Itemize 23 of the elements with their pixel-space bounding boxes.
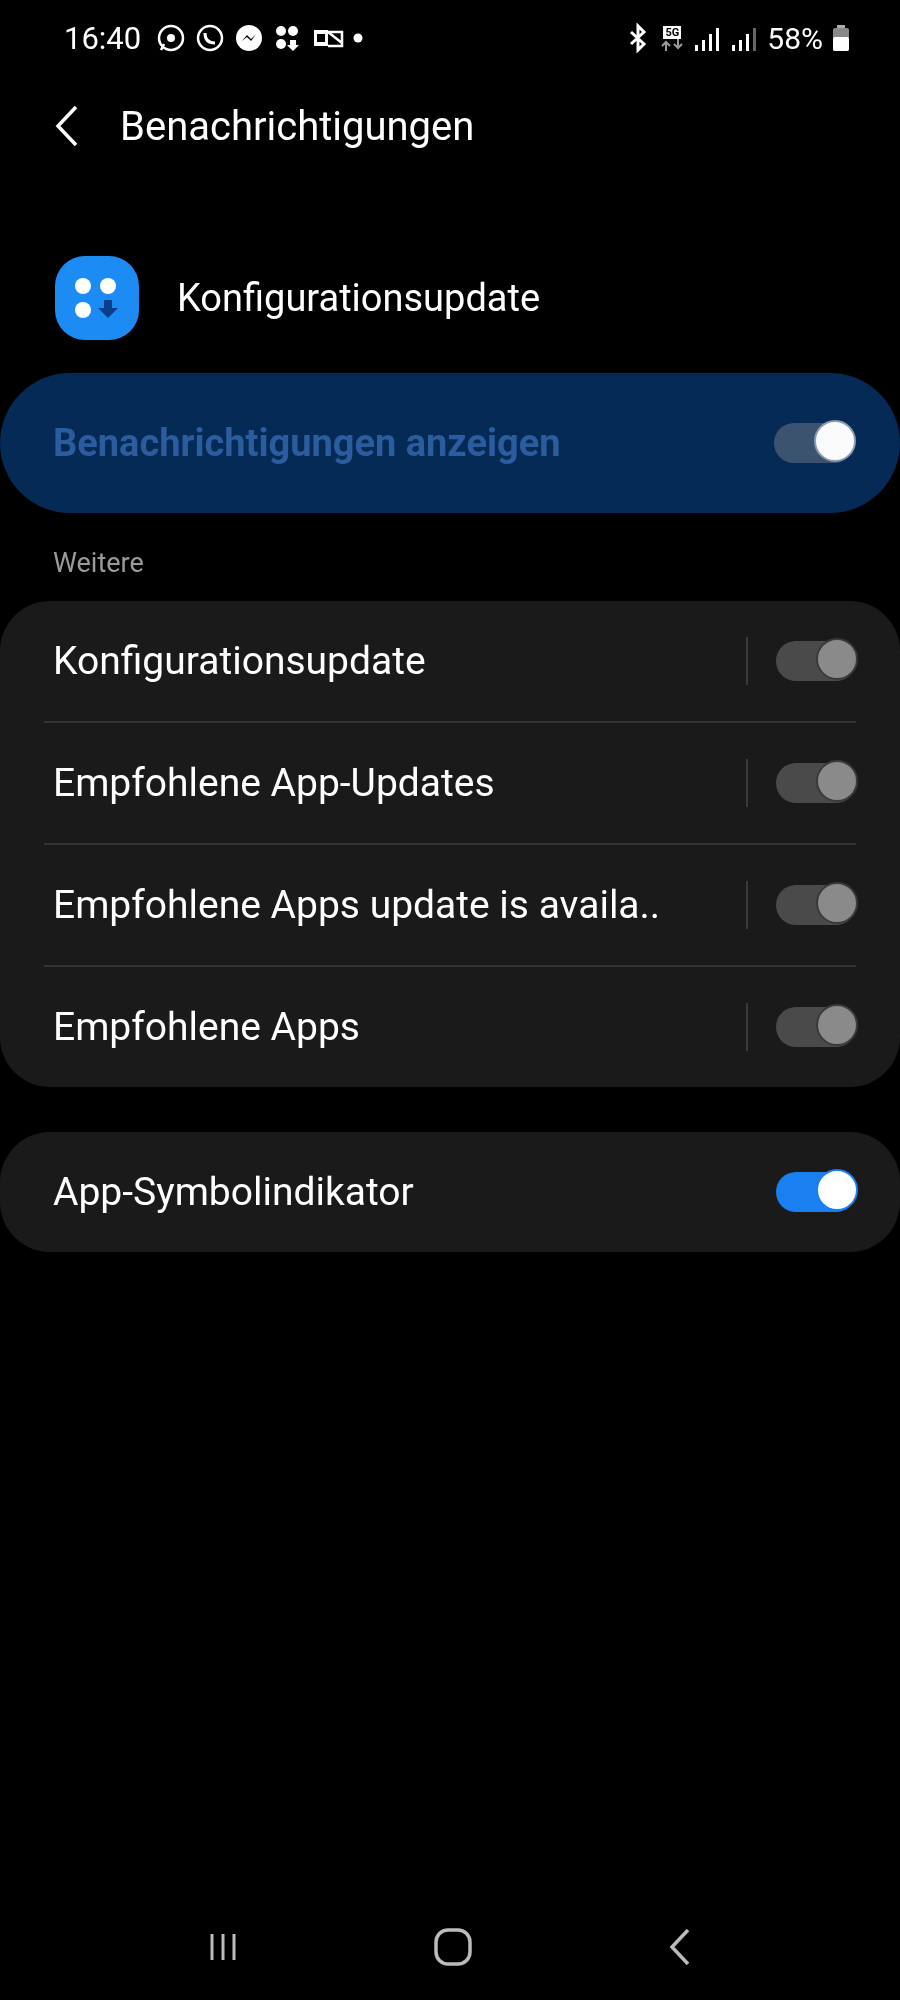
setting-label: Empfohlene Apps update is availa.. bbox=[53, 882, 662, 928]
section-title: Weitere bbox=[52, 546, 145, 581]
setting-label: App-Symbolindikator bbox=[53, 1169, 415, 1215]
data-arrows-icon bbox=[660, 38, 685, 51]
back-button[interactable] bbox=[54, 104, 80, 148]
toggle-switch[interactable] bbox=[776, 1172, 856, 1212]
setting-label: Empfohlene Apps bbox=[53, 1004, 361, 1050]
back-icon bbox=[54, 104, 80, 148]
messenger-icon bbox=[234, 23, 265, 53]
page-title: Benachrichtigungen bbox=[120, 102, 475, 150]
battery-icon bbox=[832, 23, 850, 53]
setting-label: Konfigurationsupdate bbox=[53, 638, 427, 684]
home-icon bbox=[433, 1927, 473, 1967]
setting-label: Benachrichtigungen anzeigen bbox=[53, 421, 561, 465]
chat-phone-icon bbox=[195, 23, 226, 53]
battery-level: 58% bbox=[767, 20, 823, 56]
setting-label: Empfohlene App-Updates bbox=[53, 760, 496, 806]
network-type: 5G bbox=[663, 25, 682, 39]
dot-icon bbox=[353, 33, 364, 43]
app-name: Konfigurationsupdate bbox=[177, 276, 541, 320]
app-icon bbox=[55, 256, 139, 340]
business-chat-icon bbox=[156, 23, 187, 53]
clock: 16:40 bbox=[64, 19, 142, 57]
